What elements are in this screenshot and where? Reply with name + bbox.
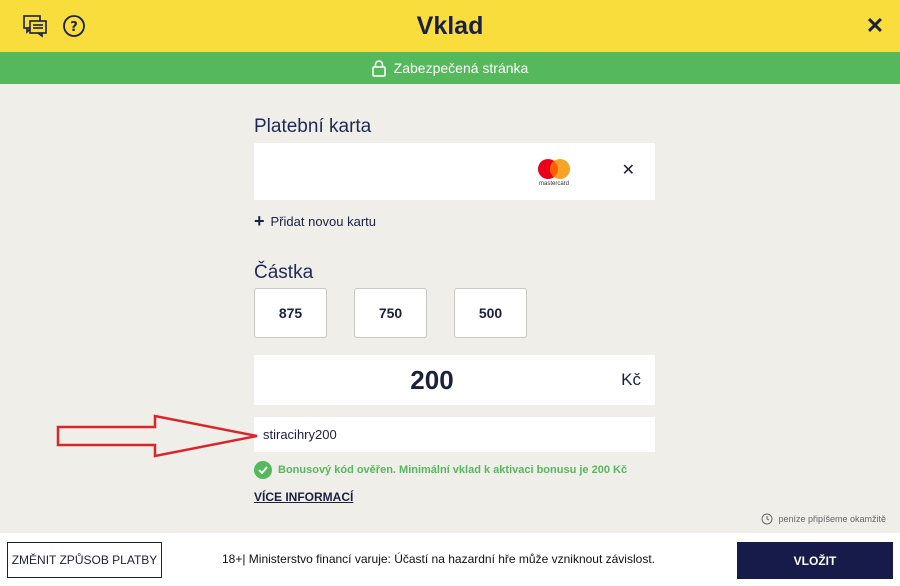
add-card-link[interactable]: + Přidat novou kartu [254, 211, 377, 231]
instant-credit-note: peníze připíšeme okamžitě [761, 513, 886, 525]
deposit-submit-button[interactable]: VLOŽIT [737, 542, 893, 579]
header: ? Vklad ✕ [0, 0, 900, 52]
amount-preset-750[interactable]: 750 [354, 288, 427, 338]
bonus-code-input[interactable]: stiracihry200 [254, 417, 655, 452]
instant-note-text: peníze připíšeme okamžitě [778, 514, 886, 524]
bonus-verified-message: Bonusový kód ověřen. Minimální vklad k a… [254, 461, 627, 479]
amount-value[interactable]: 200 [254, 355, 610, 405]
amount-input[interactable]: 200 Kč [254, 355, 655, 405]
plus-icon: + [254, 211, 265, 231]
close-button[interactable]: ✕ [862, 13, 888, 39]
lock-icon [371, 59, 386, 77]
more-info-link[interactable]: VÍCE INFORMACÍ [254, 490, 353, 504]
clock-icon [761, 513, 773, 525]
gambling-warning: 18+| Ministerstvo financí varuje: Účastí… [222, 552, 655, 566]
saved-card[interactable]: mastercard ✕ [254, 143, 655, 200]
red-arrow-annotation [56, 414, 258, 458]
page-title: Vklad [416, 12, 484, 40]
currency-label: Kč [621, 370, 641, 389]
amount-preset-875[interactable]: 875 [254, 288, 327, 338]
amount-preset-500[interactable]: 500 [454, 288, 527, 338]
secure-page-text: Zabezpečená stránka [393, 60, 529, 76]
svg-text:?: ? [70, 20, 78, 35]
check-icon [254, 461, 272, 479]
secure-page-bar: Zabezpečená stránka [0, 52, 900, 84]
remove-card-button[interactable]: ✕ [622, 160, 635, 180]
chat-icon[interactable] [22, 13, 48, 39]
bonus-message-text: Bonusový kód ověřen. Minimální vklad k a… [278, 464, 628, 476]
footer: ZMĚNIT ZPŮSOB PLATBY 18+| Ministerstvo f… [0, 533, 900, 586]
change-payment-method-button[interactable]: ZMĚNIT ZPŮSOB PLATBY [7, 542, 162, 578]
amount-title: Částka [254, 262, 314, 283]
add-card-label: Přidat novou kartu [270, 213, 377, 229]
mastercard-wordmark: mastercard [538, 181, 569, 187]
payment-card-title: Platební karta [254, 116, 372, 137]
help-icon[interactable]: ? [61, 13, 87, 39]
